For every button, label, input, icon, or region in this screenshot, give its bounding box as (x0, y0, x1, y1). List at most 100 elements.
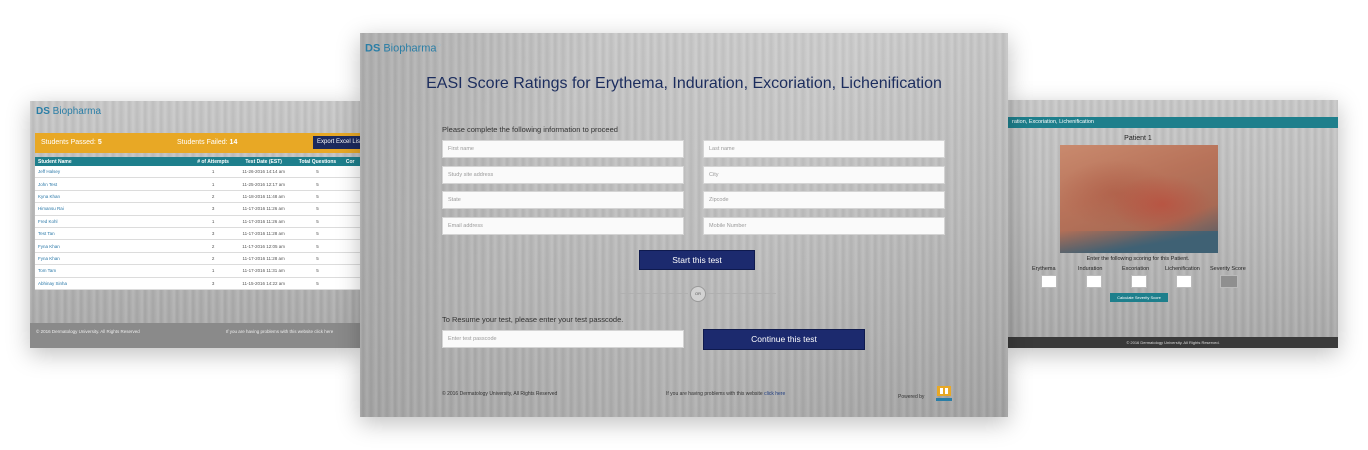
column-header[interactable]: Test Date (EST) (235, 157, 293, 166)
table-row: Abhinay Sinha 3 11-15-2016 14:22 am 5 (35, 277, 360, 290)
student-name-link[interactable]: John Test (35, 177, 191, 191)
stats-bar: Students Passed: 5 Students Failed: 14 E… (35, 133, 360, 153)
table-header-row: Student Name # of Attempts Test Date (ES… (35, 157, 360, 166)
attempts-cell: 3 (191, 227, 236, 241)
students-table: Student Name # of Attempts Test Date (ES… (35, 157, 360, 290)
copyright-text: © 2016 Dermatology University. All Right… (36, 329, 140, 334)
scoring-instruction: Enter the following scoring for this Pat… (1086, 256, 1190, 262)
first-name-field[interactable] (442, 140, 684, 158)
severity-score-output (1220, 275, 1238, 288)
email-field[interactable] (442, 217, 684, 235)
total-questions-cell: 5 (292, 277, 343, 290)
test-date-cell: 11-17-2016 11:28 am (235, 252, 293, 266)
student-name-link[interactable]: Tom Tam (35, 264, 191, 278)
total-questions-cell: 5 (292, 252, 343, 266)
attempts-cell: 2 (191, 252, 236, 266)
student-name-link[interactable]: Jeff Halsey (35, 166, 191, 179)
calculate-severity-button[interactable]: Calculate Severity Score (1110, 293, 1168, 302)
form-prompt: Please complete the following informatio… (442, 125, 618, 134)
test-date-cell: 11-15-2016 14:22 am (235, 277, 293, 290)
excoriation-input[interactable] (1131, 275, 1147, 288)
erythema-label: Erythema (1032, 266, 1056, 272)
total-questions-cell: 5 (292, 239, 343, 253)
help-link[interactable]: If you are having problems with this web… (226, 329, 333, 334)
patient-skin-photo (1060, 145, 1218, 253)
attempts-cell: 2 (191, 239, 236, 253)
brand-logo: DS Biopharma (36, 106, 102, 117)
powered-by-label: Powered by (898, 394, 925, 400)
test-date-cell: 11-17-2016 11:26 am (235, 215, 293, 228)
table-row: Test Tan 3 11-17-2016 11:28 am 5 (35, 227, 360, 241)
passcode-field[interactable] (442, 330, 684, 348)
severity-score-label: Severity Score (1210, 266, 1246, 272)
brand-logo: DS Biopharma◌ (365, 42, 441, 55)
student-name-link[interactable]: Kyna Khan (35, 190, 191, 204)
column-header[interactable]: Total Questions (292, 157, 343, 166)
erythema-input[interactable] (1041, 275, 1057, 288)
continue-test-button[interactable]: Continue this test (703, 329, 865, 350)
column-header[interactable]: Student Name (35, 157, 191, 166)
total-questions-cell: 5 (292, 202, 343, 216)
test-date-cell: 11-25-2016 12:17 am (235, 177, 293, 191)
student-name-link[interactable]: Test Tan (35, 227, 191, 241)
total-questions-cell: 5 (292, 215, 343, 228)
table-row: Tom Tam 1 11-17-2016 11:31 am 5 (35, 264, 360, 278)
student-name-link[interactable]: Fyna Khan (35, 239, 191, 253)
table-row: Fyna Khan 2 11-17-2016 11:28 am 5 (35, 252, 360, 266)
excoriation-label: Excoriation (1122, 266, 1150, 272)
university-logo-icon (936, 386, 952, 401)
table-row: Himansu Rai 3 11-17-2016 11:26 am 5 (35, 202, 360, 216)
divider (706, 293, 776, 294)
test-date-cell: 11-17-2016 12:05 am (235, 239, 293, 253)
test-date-cell: 11-17-2016 11:31 am (235, 264, 293, 278)
column-header[interactable]: # of Attempts (191, 157, 236, 166)
attempts-cell: 1 (191, 177, 236, 191)
attempts-cell: 1 (191, 264, 236, 278)
state-field[interactable] (442, 191, 684, 209)
click-here-link[interactable]: click here (764, 391, 785, 397)
total-questions-cell: 5 (292, 177, 343, 191)
student-name-link[interactable]: Fyna Khan (35, 252, 191, 266)
city-field[interactable] (703, 166, 945, 184)
induration-label: Induration (1078, 266, 1103, 272)
title-bar: ration, Excoriation, Lichenification (1008, 117, 1338, 128)
logo-mark-icon: ◌ (436, 42, 441, 49)
lichenification-input[interactable] (1176, 275, 1192, 288)
table-row: Fyna Khan 2 11-17-2016 12:05 am 5 (35, 239, 360, 253)
attempts-cell: 1 (191, 166, 236, 179)
study-site-address-field[interactable] (442, 166, 684, 184)
attempts-cell: 2 (191, 190, 236, 204)
or-separator: OR (690, 286, 706, 302)
test-date-cell: 11-17-2016 11:28 am (235, 227, 293, 241)
student-name-link[interactable]: Abhinay Sinha (35, 277, 191, 290)
student-name-link[interactable]: Fred Kohl (35, 215, 191, 228)
zipcode-field[interactable] (703, 191, 945, 209)
start-test-button[interactable]: Start this test (639, 250, 755, 270)
column-header[interactable]: Cor (342, 157, 360, 166)
test-date-cell: 11-18-2016 11:48 am (235, 190, 293, 204)
students-passed: Students Passed: 5 (41, 139, 102, 146)
lichenification-label: Lichenification (1165, 266, 1200, 272)
patient-title: Patient 1 (1124, 135, 1152, 142)
footer: © 2016 Dermatology University. All Right… (30, 323, 360, 348)
table-row: Fred Kohl 1 11-17-2016 11:26 am 5 (35, 215, 360, 228)
last-name-field[interactable] (703, 140, 945, 158)
student-name-link[interactable]: Himansu Rai (35, 202, 191, 216)
divider (618, 293, 688, 294)
registration-form-screenshot: DS Biopharma◌ EASI Score Ratings for Ery… (360, 33, 1008, 417)
test-date-cell: 11-26-2016 14:14 am (235, 166, 293, 179)
copyright-text: © 2016 Dermatology University, All Right… (442, 391, 558, 397)
mobile-number-field[interactable] (703, 217, 945, 235)
help-text: If you are having problems with this web… (666, 391, 786, 397)
test-date-cell: 11-17-2016 11:26 am (235, 202, 293, 216)
footer: © 2016 Dermatology University. All Right… (1008, 337, 1338, 348)
export-excel-button[interactable]: Export Excel Lis (313, 136, 360, 149)
total-questions-cell: 5 (292, 166, 343, 179)
table-row: Kyna Khan 2 11-18-2016 11:48 am 5 (35, 190, 360, 204)
table-row: Jeff Halsey 1 11-26-2016 14:14 am 5 (35, 166, 360, 179)
total-questions-cell: 5 (292, 227, 343, 241)
admin-results-screenshot: DS Biopharma Students Passed: 5 Students… (30, 101, 360, 348)
table-row: John Test 1 11-25-2016 12:17 am 5 (35, 177, 360, 191)
attempts-cell: 3 (191, 277, 236, 290)
induration-input[interactable] (1086, 275, 1102, 288)
